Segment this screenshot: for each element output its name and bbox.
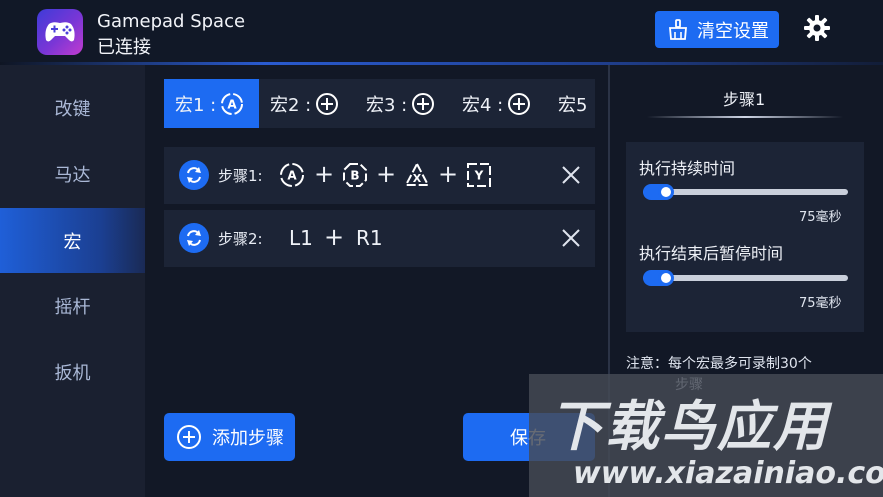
- x-button-icon: X: [404, 162, 430, 186]
- tab-label: 宏3 :: [366, 94, 408, 116]
- tab-macro-4[interactable]: 宏4 :: [462, 79, 531, 128]
- tab-label: 宏4 :: [462, 94, 504, 116]
- a-button-icon: A: [221, 92, 244, 115]
- macro-limit-note: 注意：每个宏最多可录制30个: [626, 356, 812, 372]
- clear-settings-button[interactable]: 清空设置: [655, 11, 779, 48]
- add-circle-icon: [177, 425, 201, 449]
- tab-macro-1[interactable]: 宏1 : A: [164, 79, 259, 128]
- button-glyph-label: A: [287, 169, 297, 183]
- key-label-l1: L1: [289, 226, 313, 250]
- sidebar-item-remap[interactable]: 改键: [0, 76, 145, 140]
- add-circle-icon: [508, 92, 531, 115]
- connection-status: 已连接: [97, 37, 151, 58]
- sidebar-item-label: 改键: [54, 99, 91, 120]
- sidebar-item-label: 摇杆: [54, 297, 91, 318]
- plus-sign: +: [324, 223, 345, 251]
- title-underline: [647, 116, 843, 118]
- pause-slider-knob[interactable]: [658, 270, 674, 286]
- add-circle-icon: [412, 92, 435, 115]
- step-title: 步骤1: [723, 90, 766, 109]
- plus-sign: +: [314, 160, 335, 188]
- b-button-icon: B: [343, 163, 367, 187]
- pause-value: 75毫秒: [799, 296, 842, 311]
- tab-macro-3[interactable]: 宏3 :: [366, 79, 435, 128]
- settings-box: 执行持续时间 75毫秒 执行结束后暂停时间 75毫秒: [626, 142, 864, 332]
- a-button-icon: A: [280, 163, 304, 187]
- clear-settings-label: 清空设置: [697, 20, 769, 42]
- sidebar-item-label: 马达: [54, 165, 91, 186]
- key-label-r1: R1: [356, 226, 383, 250]
- plus-sign: +: [376, 160, 397, 188]
- sidebar-item-macro[interactable]: 宏: [0, 208, 145, 273]
- add-step-button[interactable]: 添加步骤: [164, 413, 295, 461]
- sidebar: 改键 马达 宏 摇杆 扳机: [0, 65, 145, 497]
- app-header: Gamepad Space 已连接 清空设置: [0, 0, 883, 62]
- tab-macro-2[interactable]: 宏2 :: [270, 79, 339, 128]
- step-label: 步骤1:: [218, 167, 263, 185]
- close-icon[interactable]: [560, 227, 582, 249]
- add-circle-icon: [316, 92, 339, 115]
- pause-label: 执行结束后暂停时间: [639, 244, 784, 263]
- add-step-label: 添加步骤: [212, 428, 284, 449]
- sidebar-item-motor[interactable]: 马达: [0, 142, 145, 206]
- tab-label: 宏2 :: [270, 94, 312, 116]
- button-glyph-label: Y: [474, 169, 484, 183]
- sidebar-item-label: 宏: [63, 231, 82, 253]
- loop-icon: [179, 160, 209, 190]
- tab-label: 宏1 :: [175, 94, 217, 116]
- tab-label: 宏5: [558, 94, 588, 116]
- close-icon[interactable]: [560, 164, 582, 186]
- loop-icon: [179, 223, 209, 253]
- tab-macro-5[interactable]: 宏5: [558, 79, 587, 128]
- gear-icon[interactable]: [804, 15, 830, 41]
- step-label: 步骤2:: [218, 230, 263, 248]
- plus-sign: +: [438, 160, 459, 188]
- svg-text:A: A: [228, 97, 238, 111]
- button-glyph-label: X: [413, 172, 422, 185]
- watermark-title: 下载鸟应用: [549, 395, 829, 458]
- duration-value: 75毫秒: [799, 210, 842, 225]
- macro-tabs: 宏1 : A 宏2 : 宏3 : 宏4 : 宏5: [164, 79, 595, 128]
- sidebar-item-joystick[interactable]: 摇杆: [0, 274, 145, 338]
- step-row-2[interactable]: 步骤2: L1 + R1: [164, 210, 595, 267]
- duration-slider-knob[interactable]: [658, 184, 674, 200]
- button-glyph-label: B: [350, 169, 359, 183]
- y-button-icon: Y: [467, 163, 491, 187]
- app-name: Gamepad Space: [97, 11, 246, 32]
- watermark-url: www.xiazainiao.com: [573, 456, 883, 491]
- sidebar-item-label: 扳机: [54, 363, 91, 384]
- duration-label: 执行持续时间: [639, 159, 736, 178]
- gamepad-icon: [37, 9, 83, 55]
- watermark: 下载鸟应用 www.xiazainiao.com: [529, 374, 883, 497]
- step-row-1[interactable]: 步骤1: A + B + X + Y: [164, 147, 595, 204]
- sidebar-item-trigger[interactable]: 扳机: [0, 340, 145, 404]
- broom-icon: [669, 18, 687, 40]
